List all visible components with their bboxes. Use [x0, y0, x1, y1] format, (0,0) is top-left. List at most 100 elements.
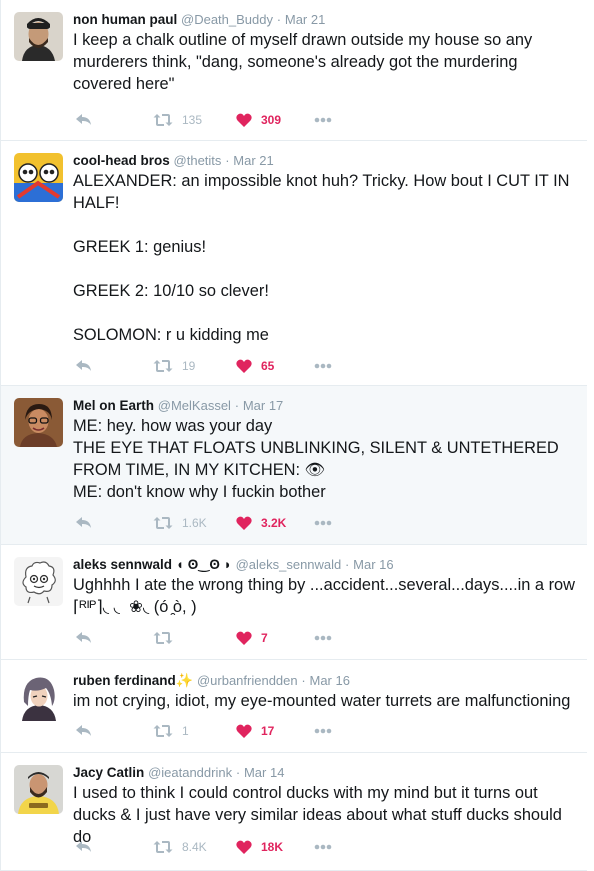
heart-icon: [236, 724, 252, 738]
avatar[interactable]: [14, 672, 63, 721]
tweet-header: ruben ferdinand✨ @urbanfriendden · Mar 1…: [73, 671, 577, 690]
retweet-button[interactable]: 1: [153, 722, 189, 740]
separator: ·: [235, 765, 241, 780]
timestamp[interactable]: Mar 16: [353, 557, 393, 572]
display-name[interactable]: non human paul: [73, 12, 177, 27]
retweet-button[interactable]: 19: [153, 357, 195, 375]
retweet-count: 1: [182, 724, 189, 738]
separator: ·: [225, 153, 230, 168]
avatar[interactable]: [14, 557, 63, 606]
more-icon: [314, 117, 332, 123]
tweet[interactable]: aleks sennwald ◖ ʘ‿ʘ ◗ @aleks_sennwald ·…: [1, 545, 587, 660]
retweet-button[interactable]: [153, 629, 182, 647]
heart-icon: [236, 840, 252, 854]
tweet-header: Jacy Catlin @ieatanddrink · Mar 14: [73, 764, 577, 782]
like-button[interactable]: 65: [236, 357, 274, 375]
more-button[interactable]: [314, 838, 332, 856]
tweet-header: aleks sennwald ◖ ʘ‿ʘ ◗ @aleks_sennwald ·…: [73, 556, 577, 574]
display-name[interactable]: ruben ferdinand: [73, 673, 176, 688]
timestamp[interactable]: Mar 16: [310, 673, 350, 688]
retweet-icon: [153, 632, 173, 644]
avatar[interactable]: [14, 153, 63, 202]
more-icon: [314, 635, 332, 641]
display-name[interactable]: cool-head bros: [73, 153, 170, 168]
retweet-icon: [153, 114, 173, 126]
timestamp[interactable]: Mar 21: [233, 153, 273, 168]
tweet-content: cool-head bros @thetits · Mar 21 ALEXAND…: [73, 152, 577, 346]
timestamp[interactable]: Mar 21: [285, 12, 325, 27]
avatar[interactable]: [14, 12, 63, 61]
like-button[interactable]: 18K: [236, 838, 283, 856]
username[interactable]: @ieatanddrink: [148, 765, 232, 780]
timestamp[interactable]: Mar 17: [243, 398, 283, 413]
like-button[interactable]: 7: [236, 629, 268, 647]
retweet-button[interactable]: 135: [153, 111, 202, 129]
tweet-content: aleks sennwald ◖ ʘ‿ʘ ◗ @aleks_sennwald ·…: [73, 556, 577, 618]
tweet-header: non human paul @Death_Buddy · Mar 21: [73, 11, 577, 29]
display-name[interactable]: Jacy Catlin: [73, 765, 144, 780]
more-icon: [314, 728, 332, 734]
tweet-text: ALEXANDER: an impossible knot huh? Trick…: [73, 172, 570, 344]
like-count: 7: [261, 631, 268, 645]
more-button[interactable]: [314, 357, 332, 375]
more-button[interactable]: [314, 722, 332, 740]
like-button[interactable]: 3.2K: [236, 514, 286, 532]
display-name[interactable]: aleks sennwald ◖ ʘ‿ʘ ◗: [73, 557, 232, 572]
reply-icon: [76, 841, 91, 852]
display-name[interactable]: Mel on Earth: [73, 398, 154, 413]
more-icon: [314, 363, 332, 369]
reply-button[interactable]: [75, 514, 93, 532]
tweet[interactable]: Jacy Catlin @ieatanddrink · Mar 14 I use…: [1, 753, 587, 871]
reply-icon: [76, 114, 91, 125]
reply-icon: [76, 517, 91, 528]
like-button[interactable]: 309: [236, 111, 281, 129]
more-button[interactable]: [314, 111, 332, 129]
retweet-icon: [153, 360, 173, 372]
username[interactable]: @thetits: [174, 153, 222, 168]
like-count: 17: [261, 724, 275, 738]
username[interactable]: @Death_Buddy: [181, 12, 273, 27]
retweet-button[interactable]: 1.6K: [153, 514, 207, 532]
like-count: 18K: [261, 840, 284, 854]
more-button[interactable]: [314, 629, 332, 647]
tweet-text: im not crying, idiot, my eye-mounted wat…: [73, 692, 571, 710]
username[interactable]: @MelKassel: [158, 398, 231, 413]
retweet-icon: [153, 517, 173, 529]
reply-icon: [76, 360, 91, 371]
tweet-content: ruben ferdinand✨ @urbanfriendden · Mar 1…: [73, 671, 577, 712]
retweet-button[interactable]: 8.4K: [153, 838, 207, 856]
separator: ·: [345, 557, 350, 572]
tweet-content: Mel on Earth @MelKassel · Mar 17 ME: hey…: [73, 397, 577, 503]
more-button[interactable]: [314, 514, 332, 532]
reply-button[interactable]: [75, 357, 93, 375]
timestamp[interactable]: Mar 14: [244, 765, 284, 780]
tweet-actions: 1 17: [73, 722, 333, 740]
separator: ·: [301, 673, 306, 688]
tweet[interactable]: ruben ferdinand✨ @urbanfriendden · Mar 1…: [1, 660, 587, 753]
retweet-count: 19: [182, 359, 196, 373]
sparkle-icon: ✨: [175, 672, 194, 688]
like-button[interactable]: 17: [236, 722, 274, 740]
reply-button[interactable]: [75, 111, 93, 129]
reply-icon: [76, 725, 91, 736]
tweet-content: non human paul @Death_Buddy · Mar 21 I k…: [73, 11, 577, 95]
tweet[interactable]: Mel on Earth @MelKassel · Mar 17 ME: hey…: [1, 386, 587, 545]
tweet[interactable]: non human paul @Death_Buddy · Mar 21 I k…: [1, 0, 587, 141]
like-count: 309: [261, 113, 282, 127]
reply-button[interactable]: [75, 838, 93, 856]
avatar[interactable]: [14, 765, 63, 814]
avatar[interactable]: [14, 398, 63, 447]
tweet-header: Mel on Earth @MelKassel · Mar 17: [73, 397, 577, 415]
heart-icon: [236, 113, 252, 127]
tweet-actions: 135 309: [73, 111, 333, 129]
username[interactable]: @urbanfriendden: [197, 673, 298, 688]
retweet-count: 8.4K: [182, 840, 207, 854]
reply-button[interactable]: [75, 722, 93, 740]
tweet-content: Jacy Catlin @ieatanddrink · Mar 14 I use…: [73, 764, 577, 848]
like-count: 3.2K: [261, 516, 287, 530]
reply-button[interactable]: [75, 629, 93, 647]
username[interactable]: @aleks_sennwald: [236, 557, 342, 572]
like-count: 65: [261, 359, 275, 373]
tweet-text: ME: hey. how was your day THE EYE THAT F…: [73, 417, 559, 501]
tweet[interactable]: cool-head bros @thetits · Mar 21 ALEXAND…: [1, 141, 587, 386]
